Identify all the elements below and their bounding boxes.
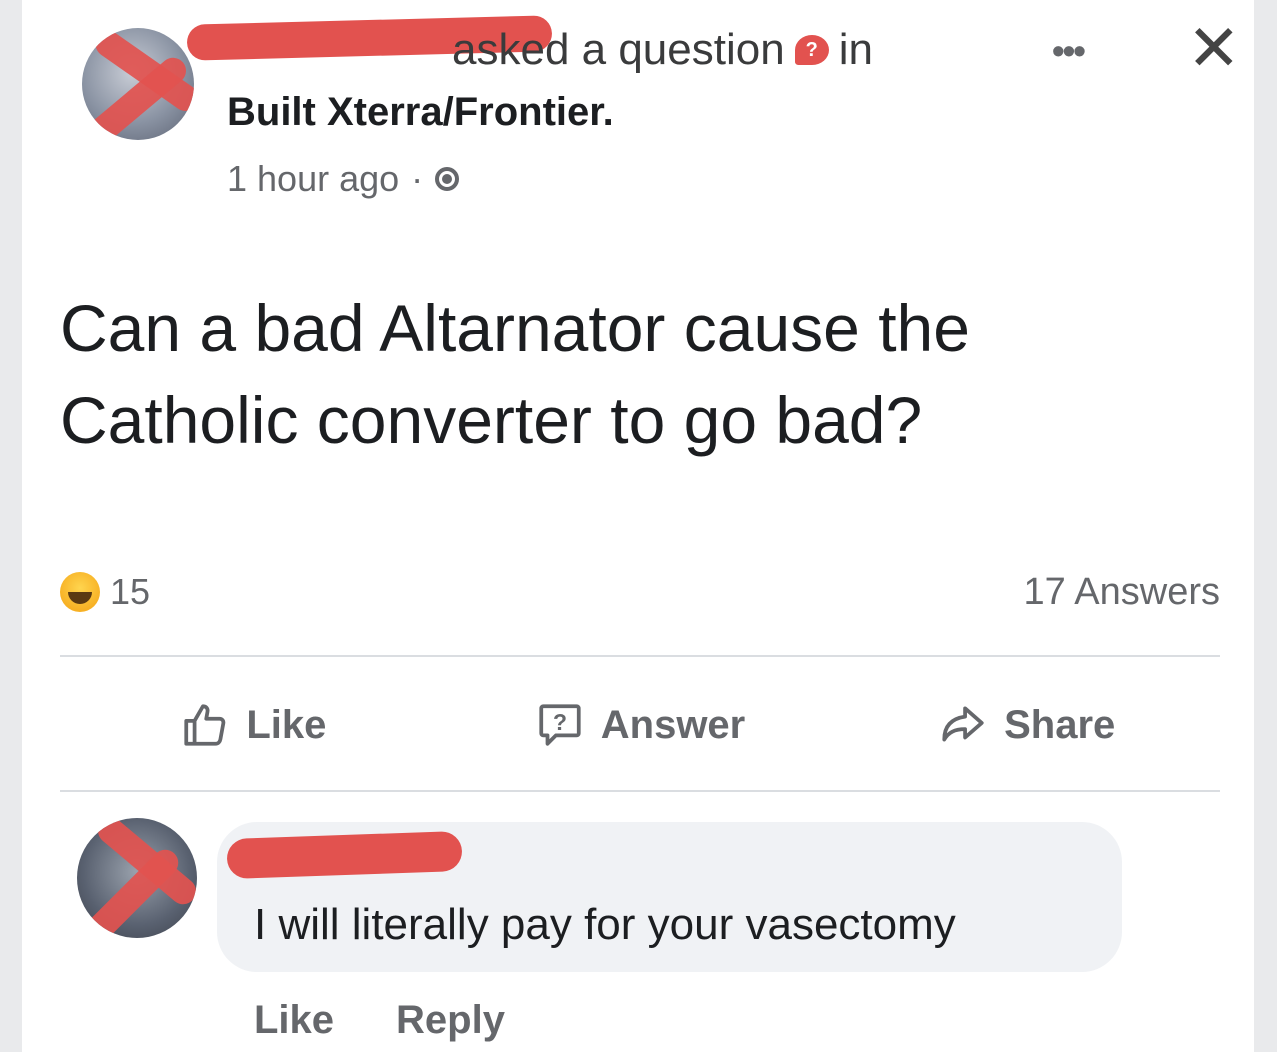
comment-actions: Like Reply — [254, 998, 505, 1043]
svg-text:?: ? — [553, 709, 567, 735]
post-action-bar: Like ? Answer Share — [60, 690, 1220, 760]
comment-like-button[interactable]: Like — [254, 998, 334, 1043]
divider — [60, 790, 1220, 792]
poster-avatar[interactable] — [82, 28, 194, 140]
like-button[interactable]: Like — [60, 700, 447, 750]
share-arrow-icon — [942, 706, 984, 742]
thumbs-up-icon — [184, 704, 226, 746]
haha-emoji-icon — [60, 572, 100, 612]
in-label: in — [838, 25, 873, 74]
comment-reply-button[interactable]: Reply — [396, 998, 505, 1043]
reaction-count: 15 — [110, 571, 151, 612]
asked-label: asked a question — [452, 25, 785, 74]
comment-text: I will literally pay for your vasectomy — [254, 900, 956, 949]
post-timestamp[interactable]: 1 hour ago — [227, 158, 399, 200]
question-bubble-icon: ? — [539, 704, 581, 746]
answers-count-link[interactable]: 17 Answers — [1024, 571, 1220, 614]
group-link[interactable]: Built Xterra/Frontier. — [227, 90, 614, 135]
share-label: Share — [1004, 702, 1116, 747]
post-header-line: asked a question ? in — [452, 22, 873, 78]
close-icon[interactable]: ✕ — [1187, 12, 1241, 86]
divider — [60, 655, 1220, 657]
reaction-summary[interactable]: 15 — [60, 571, 150, 613]
answer-label: Answer — [600, 702, 746, 747]
like-label: Like — [246, 702, 327, 747]
more-options-icon[interactable]: ••• — [1052, 30, 1086, 72]
commenter-avatar[interactable] — [77, 818, 197, 938]
post-meta: 1 hour ago · — [227, 158, 460, 200]
question-post-card: asked a question ? in ••• ✕ Built Xterra… — [22, 0, 1254, 1052]
question-text: Can a bad Altarnator cause the Catholic … — [60, 291, 970, 457]
meta-separator: · — [411, 158, 424, 199]
reaction-summary-row: 15 17 Answers — [60, 562, 1220, 622]
question-badge-icon: ? — [794, 35, 829, 65]
answer-button[interactable]: ? Answer — [447, 700, 834, 750]
commenter-name-redaction — [226, 830, 463, 880]
globe-icon — [435, 167, 460, 191]
share-button[interactable]: Share — [833, 700, 1220, 750]
